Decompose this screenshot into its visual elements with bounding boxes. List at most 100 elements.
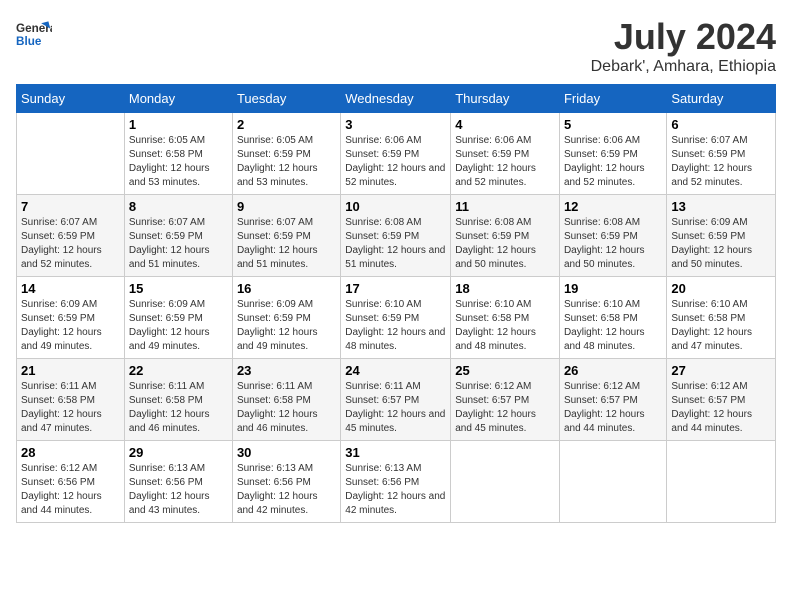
calendar-cell: 2Sunrise: 6:05 AMSunset: 6:59 PMDaylight…	[232, 113, 340, 195]
day-number: 21	[21, 363, 120, 378]
day-number: 22	[129, 363, 228, 378]
calendar-table: SundayMondayTuesdayWednesdayThursdayFrid…	[16, 84, 776, 523]
calendar-cell: 20 Sunrise: 6:10 AMSunset: 6:58 PMDayligh…	[667, 277, 776, 359]
calendar-cell: 7 Sunrise: 6:07 AMSunset: 6:59 PMDaylight…	[17, 195, 125, 277]
day-info: Sunrise: 6:11 AMSunset: 6:58 PMDaylight:…	[237, 380, 336, 436]
col-header-tuesday: Tuesday	[232, 85, 340, 113]
col-header-thursday: Thursday	[451, 85, 560, 113]
day-info: Sunrise: 6:07 AMSunset: 6:59 PMDaylight:…	[671, 134, 771, 190]
calendar-cell: 4 Sunrise: 6:06 AMSunset: 6:59 PMDaylight…	[451, 113, 560, 195]
month-year-title: July 2024	[591, 16, 776, 58]
calendar-cell: 3 Sunrise: 6:06 AMSunset: 6:59 PMDaylight…	[341, 113, 451, 195]
calendar-cell: 13 Sunrise: 6:09 AMSunset: 6:59 PMDayligh…	[667, 195, 776, 277]
calendar-cell: 22 Sunrise: 6:11 AMSunset: 6:58 PMDayligh…	[124, 359, 232, 441]
day-number: 24	[345, 363, 446, 378]
day-number: 19	[564, 281, 662, 296]
col-header-monday: Monday	[124, 85, 232, 113]
day-number: 20	[671, 281, 771, 296]
calendar-cell: 10 Sunrise: 6:08 AMSunset: 6:59 PMDayligh…	[341, 195, 451, 277]
calendar-cell: 29 Sunrise: 6:13 AMSunset: 6:56 PMDayligh…	[124, 441, 232, 523]
day-info: Sunrise: 6:06 AMSunset: 6:59 PMDaylight:…	[345, 134, 446, 190]
day-info: Sunrise: 6:10 AMSunset: 6:58 PMDaylight:…	[455, 298, 555, 354]
calendar-week-row: 21 Sunrise: 6:11 AMSunset: 6:58 PMDayligh…	[17, 359, 776, 441]
day-info: Sunrise: 6:12 AMSunset: 6:56 PMDaylight:…	[21, 462, 120, 518]
calendar-week-row: 1Sunrise: 6:05 AMSunset: 6:58 PMDaylight…	[17, 113, 776, 195]
calendar-cell: 30 Sunrise: 6:13 AMSunset: 6:56 PMDayligh…	[232, 441, 340, 523]
day-info: Sunrise: 6:11 AMSunset: 6:57 PMDaylight:…	[345, 380, 446, 436]
calendar-cell	[559, 441, 666, 523]
day-info: Sunrise: 6:09 AMSunset: 6:59 PMDaylight:…	[671, 216, 771, 272]
col-header-saturday: Saturday	[667, 85, 776, 113]
day-number: 30	[237, 445, 336, 460]
calendar-cell: 18 Sunrise: 6:10 AMSunset: 6:58 PMDayligh…	[451, 277, 560, 359]
calendar-cell: 23 Sunrise: 6:11 AMSunset: 6:58 PMDayligh…	[232, 359, 340, 441]
day-info: Sunrise: 6:06 AMSunset: 6:59 PMDaylight:…	[455, 134, 555, 190]
day-number: 12	[564, 199, 662, 214]
day-number: 27	[671, 363, 771, 378]
day-number: 18	[455, 281, 555, 296]
calendar-week-row: 14 Sunrise: 6:09 AMSunset: 6:59 PMDayligh…	[17, 277, 776, 359]
day-info: Sunrise: 6:13 AMSunset: 6:56 PMDaylight:…	[237, 462, 336, 518]
calendar-cell: 15Sunrise: 6:09 AMSunset: 6:59 PMDayligh…	[124, 277, 232, 359]
day-number: 2	[237, 117, 336, 132]
day-info: Sunrise: 6:07 AMSunset: 6:59 PMDaylight:…	[129, 216, 228, 272]
calendar-cell	[667, 441, 776, 523]
logo: General Blue	[16, 16, 52, 52]
day-info: Sunrise: 6:12 AMSunset: 6:57 PMDaylight:…	[564, 380, 662, 436]
day-info: Sunrise: 6:05 AMSunset: 6:58 PMDaylight:…	[129, 134, 228, 190]
day-number: 13	[671, 199, 771, 214]
calendar-cell: 24 Sunrise: 6:11 AMSunset: 6:57 PMDayligh…	[341, 359, 451, 441]
day-info: Sunrise: 6:11 AMSunset: 6:58 PMDaylight:…	[129, 380, 228, 436]
day-info: Sunrise: 6:12 AMSunset: 6:57 PMDaylight:…	[455, 380, 555, 436]
calendar-cell: 19Sunrise: 6:10 AMSunset: 6:58 PMDayligh…	[559, 277, 666, 359]
day-number: 9	[237, 199, 336, 214]
day-number: 5	[564, 117, 662, 132]
day-info: Sunrise: 6:08 AMSunset: 6:59 PMDaylight:…	[564, 216, 662, 272]
day-info: Sunrise: 6:10 AMSunset: 6:59 PMDaylight:…	[345, 298, 446, 354]
day-info: Sunrise: 6:12 AMSunset: 6:57 PMDaylight:…	[671, 380, 771, 436]
day-info: Sunrise: 6:13 AMSunset: 6:56 PMDaylight:…	[345, 462, 446, 518]
day-number: 16	[237, 281, 336, 296]
svg-text:Blue: Blue	[16, 35, 42, 48]
calendar-cell: 6 Sunrise: 6:07 AMSunset: 6:59 PMDaylight…	[667, 113, 776, 195]
day-number: 31	[345, 445, 446, 460]
day-number: 3	[345, 117, 446, 132]
day-info: Sunrise: 6:08 AMSunset: 6:59 PMDaylight:…	[345, 216, 446, 272]
calendar-cell: 16 Sunrise: 6:09 AMSunset: 6:59 PMDayligh…	[232, 277, 340, 359]
day-info: Sunrise: 6:10 AMSunset: 6:58 PMDaylight:…	[671, 298, 771, 354]
day-number: 7	[21, 199, 120, 214]
day-number: 11	[455, 199, 555, 214]
day-number: 29	[129, 445, 228, 460]
day-info: Sunrise: 6:07 AMSunset: 6:59 PMDaylight:…	[237, 216, 336, 272]
calendar-cell: 12 Sunrise: 6:08 AMSunset: 6:59 PMDayligh…	[559, 195, 666, 277]
calendar-week-row: 28 Sunrise: 6:12 AMSunset: 6:56 PMDayligh…	[17, 441, 776, 523]
day-number: 17	[345, 281, 446, 296]
day-info: Sunrise: 6:07 AMSunset: 6:59 PMDaylight:…	[21, 216, 120, 272]
calendar-cell: 21 Sunrise: 6:11 AMSunset: 6:58 PMDayligh…	[17, 359, 125, 441]
logo-icon: General Blue	[16, 16, 52, 52]
day-info: Sunrise: 6:08 AMSunset: 6:59 PMDaylight:…	[455, 216, 555, 272]
day-info: Sunrise: 6:09 AMSunset: 6:59 PMDaylight:…	[237, 298, 336, 354]
day-info: Sunrise: 6:13 AMSunset: 6:56 PMDaylight:…	[129, 462, 228, 518]
day-number: 14	[21, 281, 120, 296]
page-header: General Blue July 2024 Debark', Amhara, …	[16, 16, 776, 76]
col-header-friday: Friday	[559, 85, 666, 113]
day-number: 28	[21, 445, 120, 460]
title-area: July 2024 Debark', Amhara, Ethiopia	[591, 16, 776, 76]
day-number: 8	[129, 199, 228, 214]
calendar-cell: 1Sunrise: 6:05 AMSunset: 6:58 PMDaylight…	[124, 113, 232, 195]
day-number: 10	[345, 199, 446, 214]
calendar-cell: 27 Sunrise: 6:12 AMSunset: 6:57 PMDayligh…	[667, 359, 776, 441]
day-number: 4	[455, 117, 555, 132]
day-info: Sunrise: 6:09 AMSunset: 6:59 PMDaylight:…	[21, 298, 120, 354]
day-info: Sunrise: 6:11 AMSunset: 6:58 PMDaylight:…	[21, 380, 120, 436]
day-info: Sunrise: 6:06 AMSunset: 6:59 PMDaylight:…	[564, 134, 662, 190]
day-number: 15	[129, 281, 228, 296]
calendar-cell: 14 Sunrise: 6:09 AMSunset: 6:59 PMDayligh…	[17, 277, 125, 359]
day-number: 6	[671, 117, 771, 132]
day-number: 25	[455, 363, 555, 378]
calendar-cell	[17, 113, 125, 195]
day-number: 23	[237, 363, 336, 378]
col-header-sunday: Sunday	[17, 85, 125, 113]
calendar-cell: 17 Sunrise: 6:10 AMSunset: 6:59 PMDayligh…	[341, 277, 451, 359]
